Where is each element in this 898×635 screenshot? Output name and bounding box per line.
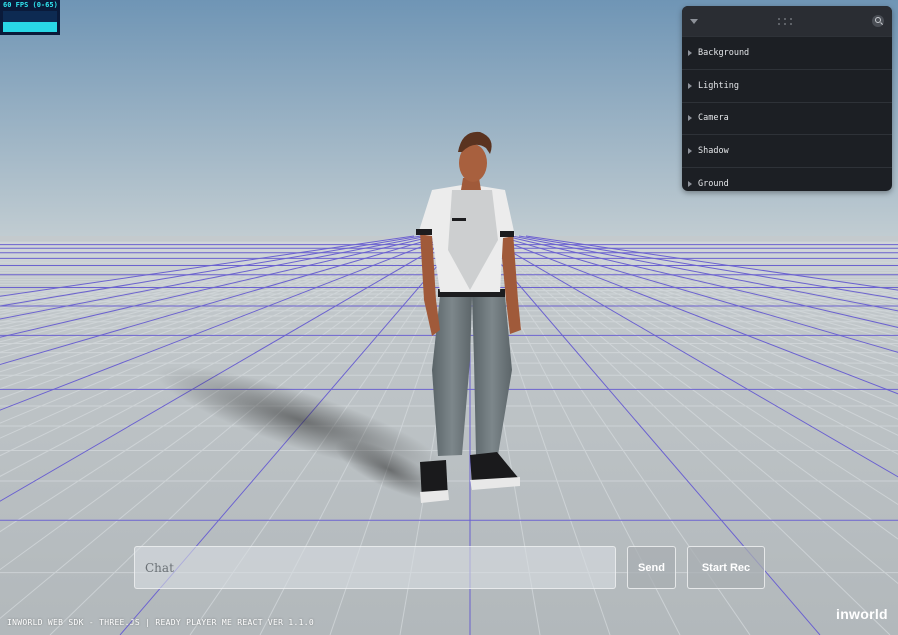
sdk-version-footer: INWORLD WEB SDK - THREE.JS | READY PLAYE… [7,618,314,627]
fps-monitor[interactable]: 60 FPS (0-65) [0,0,60,35]
chat-input[interactable] [134,546,616,589]
folder-label: Ground [698,179,729,190]
panel-header [682,6,892,36]
fps-graph-fill [3,21,57,32]
folder-shadow[interactable]: Shadow [682,134,892,167]
folder-label: Background [698,47,750,58]
chevron-down-icon[interactable] [690,18,698,24]
controls-panel: Background Lighting Camera Shadow Ground [682,6,892,191]
fps-graph [3,11,57,32]
send-button[interactable]: Send [627,546,676,589]
search-icon[interactable] [872,15,884,27]
folder-ground[interactable]: Ground [682,167,892,191]
folder-label: Lighting [698,80,739,91]
drag-handle-icon[interactable] [777,17,793,25]
folder-camera[interactable]: Camera [682,101,892,135]
folder-background[interactable]: Background [682,36,892,69]
caret-right-icon [688,49,692,56]
caret-right-icon [688,82,692,89]
caret-right-icon [688,115,692,122]
folder-lighting[interactable]: Lighting [682,68,892,102]
folder-label: Camera [698,113,729,124]
start-rec-button[interactable]: Start Rec [687,546,765,589]
fps-label: 60 FPS (0-65) [3,1,58,9]
caret-right-icon [688,181,692,188]
caret-right-icon [688,148,692,155]
folder-label: Shadow [698,146,729,157]
inworld-logo: inworld [836,606,888,622]
